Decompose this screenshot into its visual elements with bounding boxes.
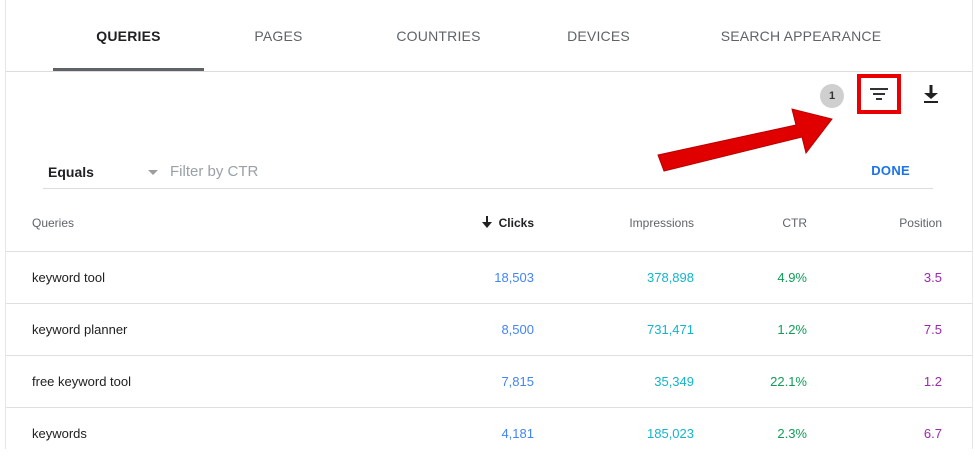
- query-cell: keyword planner: [32, 322, 128, 337]
- performance-card: QUERIES PAGES COUNTRIES DEVICES SEARCH A…: [5, 0, 973, 449]
- table-row[interactable]: keyword tool 18,503 378,898 4.9% 3.5: [6, 252, 972, 304]
- clicks-cell: 8,500: [501, 322, 534, 337]
- dimension-tabs: QUERIES PAGES COUNTRIES DEVICES SEARCH A…: [6, 0, 972, 72]
- column-header-ctr[interactable]: CTR: [782, 195, 807, 251]
- clicks-cell: 4,181: [501, 426, 534, 441]
- done-button[interactable]: DONE: [871, 163, 910, 178]
- position-cell: 6.7: [923, 426, 942, 441]
- active-tab-indicator: [53, 68, 204, 71]
- impressions-cell: 185,023: [647, 426, 694, 441]
- column-header-impressions[interactable]: Impressions: [629, 195, 694, 251]
- table-header: Queries Clicks Impressions CTR Position: [6, 195, 972, 252]
- ctr-filter-input[interactable]: [168, 158, 732, 184]
- clicks-cell: 7,815: [501, 374, 534, 389]
- table-row[interactable]: keyword planner 8,500 731,471 1.2% 7.5: [6, 304, 972, 356]
- ctr-cell: 22.1%: [770, 374, 807, 389]
- query-cell: keywords: [32, 426, 87, 441]
- position-cell: 7.5: [923, 322, 942, 337]
- column-header-position[interactable]: Position: [899, 195, 942, 251]
- arrow-down-icon: [481, 216, 492, 228]
- ctr-filter-row: Equals DONE: [43, 152, 933, 189]
- download-button[interactable]: [920, 83, 942, 105]
- column-header-queries[interactable]: Queries: [32, 195, 74, 251]
- impressions-cell: 378,898: [647, 270, 694, 285]
- filter-list-icon: [870, 88, 888, 100]
- table-row[interactable]: free keyword tool 7,815 35,349 22.1% 1.2: [6, 356, 972, 408]
- query-cell: keyword tool: [32, 270, 105, 285]
- impressions-cell: 731,471: [647, 322, 694, 337]
- position-cell: 1.2: [923, 374, 942, 389]
- tab-queries[interactable]: QUERIES: [53, 0, 204, 71]
- chevron-down-icon[interactable]: [148, 170, 158, 175]
- tab-pages[interactable]: PAGES: [231, 0, 326, 71]
- column-header-clicks[interactable]: Clicks: [481, 195, 534, 251]
- download-icon: [924, 85, 938, 103]
- column-header-clicks-label: Clicks: [498, 216, 534, 230]
- ctr-cell: 1.2%: [777, 322, 807, 337]
- filter-operator-select[interactable]: Equals: [48, 164, 94, 180]
- impressions-cell: 35,349: [654, 374, 694, 389]
- clicks-cell: 18,503: [494, 270, 534, 285]
- tab-countries[interactable]: COUNTRIES: [381, 0, 496, 71]
- table-row[interactable]: keywords 4,181 185,023 2.3% 6.7: [6, 408, 972, 459]
- tab-search-appearance[interactable]: SEARCH APPEARANCE: [706, 0, 896, 71]
- filter-button[interactable]: [857, 74, 901, 114]
- tab-devices[interactable]: DEVICES: [551, 0, 646, 71]
- ctr-cell: 2.3%: [777, 426, 807, 441]
- ctr-cell: 4.9%: [777, 270, 807, 285]
- query-cell: free keyword tool: [32, 374, 131, 389]
- position-cell: 3.5: [923, 270, 942, 285]
